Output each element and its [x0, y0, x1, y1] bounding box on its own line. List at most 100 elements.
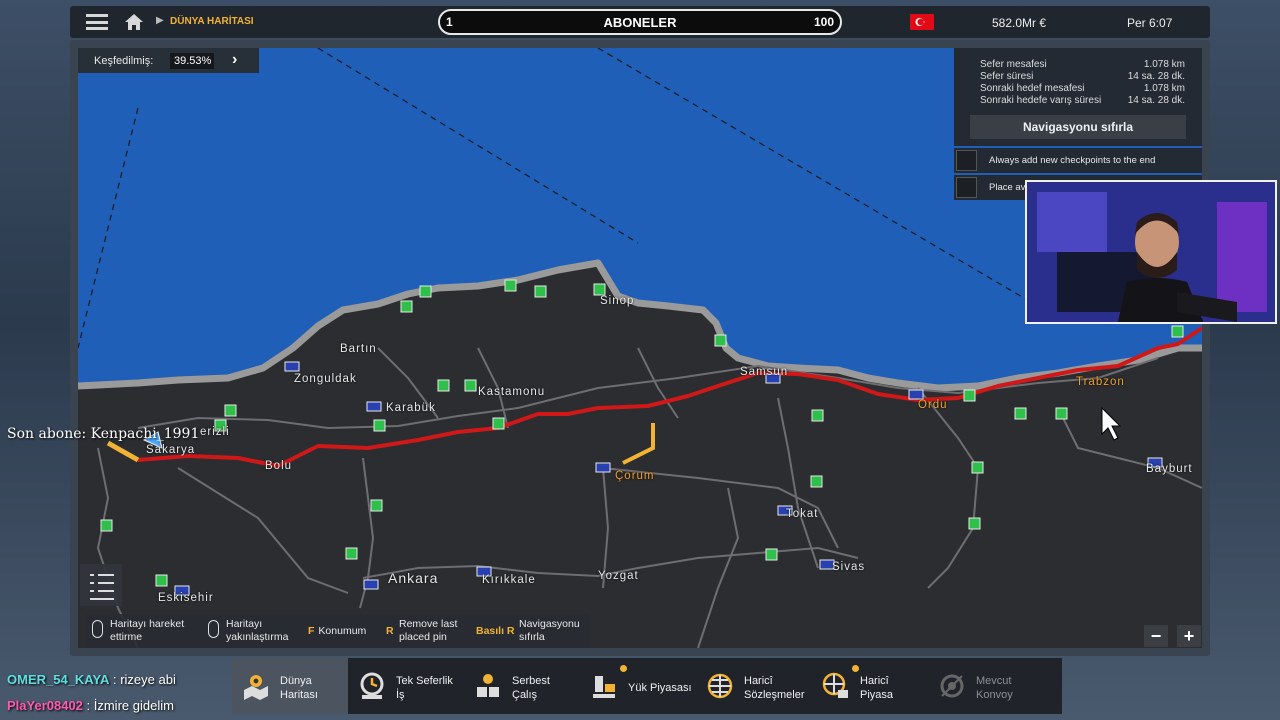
clock-icon: [360, 672, 384, 699]
globe-market-icon: [822, 672, 848, 698]
place-label: Place av: [989, 182, 1026, 193]
subs-title: ABONELER: [603, 15, 677, 30]
control-remove-key: R: [386, 625, 398, 638]
bottom-nav-bar: Dünya Haritası Tek Seferlik İş Serbest Çalı…: [232, 658, 1062, 714]
tab-label: Haricî Sözleşmeler: [744, 675, 805, 701]
control-location-label: Konumum: [318, 625, 367, 637]
city-label-sivas: Sivas: [832, 561, 866, 573]
city-label-corum: Çorum: [615, 470, 655, 482]
tab-freight[interactable]: Serbest Çalış: [464, 658, 580, 714]
nav-row: Sonraki hedef mesafesi 1.078 km: [980, 83, 1185, 94]
turkey-flag-icon: [910, 14, 934, 30]
tab-label: Yük Piyasası: [628, 682, 692, 694]
notification-dot: [852, 665, 859, 672]
hamburger-menu-icon[interactable]: [86, 14, 108, 30]
tab-convoy[interactable]: Mevcut Konvoy: [928, 658, 1044, 714]
home-icon[interactable]: [124, 13, 144, 31]
chat-text: : rizeye abi: [109, 672, 176, 687]
tab-external-contracts[interactable]: Haricî Sözleşmeler: [696, 658, 812, 714]
chat-message: OMER_54_KAYA : rizeye abi: [7, 672, 176, 687]
explored-label: Keşfedilmiş:: [94, 55, 154, 67]
map-controls-hint: Haritayı hareket ettirme Haritayı yakınl…: [86, 614, 590, 648]
zoom-in-button[interactable]: +: [1177, 625, 1201, 647]
control-reset-key: Basılı R: [476, 625, 519, 638]
chat-text: : İzmire gidelim: [82, 698, 174, 713]
map-pin-icon: [244, 675, 268, 700]
subs-max: 100: [813, 15, 834, 29]
tab-label: Serbest Çalış: [512, 675, 550, 701]
tab-label: Tek Seferlik İş: [396, 675, 453, 701]
city-label-karabuk: Karabük: [386, 402, 436, 414]
city-label-kastamonu: Kastamonu: [478, 386, 546, 398]
zoom-out-button[interactable]: −: [1144, 625, 1168, 647]
city-label-bartin: Bartın: [340, 343, 377, 355]
nav-label: Sefer mesafesi: [980, 59, 1047, 70]
nav-value: 1.078 km: [1143, 83, 1185, 94]
key-f: F: [308, 625, 315, 637]
tab-label: Haricî Piyasa: [860, 675, 894, 701]
key-hold-r: Basılı R: [476, 625, 515, 637]
cargo-market-icon: [593, 676, 615, 698]
tab-label: Dünya Haritası: [280, 675, 318, 701]
nav-label: Sonraki hedef mesafesi: [980, 83, 1085, 94]
game-time: Per 6:07: [1127, 16, 1173, 30]
explored-panel: Keşfedilmiş: 39.53% ›: [78, 48, 259, 73]
tab-external-market[interactable]: Haricî Piyasa: [812, 658, 928, 714]
key-r: R: [386, 625, 394, 637]
control-location: F Konumum: [308, 625, 366, 638]
city-label-sakarya: Sakarya: [146, 444, 196, 456]
chat-message: PlaYer08402 : İzmire gidelim: [7, 698, 174, 713]
chat-user: OMER_54_KAYA: [7, 672, 110, 687]
legend-list-icon[interactable]: [80, 564, 122, 606]
tab-quick-job[interactable]: Tek Seferlik İş: [348, 658, 464, 714]
nav-value: 1.078 km: [1143, 59, 1185, 70]
subscriber-goal-bar: 1 ABONELER 100: [438, 9, 842, 35]
navigation-panel: Sefer mesafesi 1.078 km Sefer süresi 14 sa…: [954, 48, 1202, 146]
last-subscriber-text: Son abone: Kenpachi_1991: [7, 426, 200, 442]
city-label-trabzon: Trabzon: [1076, 376, 1125, 388]
tab-cargo-market[interactable]: Yük Piyasası: [580, 658, 696, 714]
city-label-eskisehir: Eskisehir: [158, 592, 214, 604]
always-add-label: Always add new checkpoints to the end: [989, 155, 1156, 166]
nav-row: Sonraki hedefe varış süresi 14 sa. 28 dk.: [980, 95, 1185, 106]
city-label-ordu: Ordu: [918, 399, 948, 411]
city-label-bolu: Bolu: [265, 460, 293, 472]
mouse-left-icon: [92, 620, 103, 638]
cargo-boxes-icon: [477, 674, 499, 697]
nav-value: 14 sa. 28 dk.: [1127, 95, 1185, 106]
chat-user: PlaYer08402: [7, 698, 83, 713]
tab-world-map[interactable]: Dünya Haritası: [232, 658, 348, 714]
control-move: Haritayı hareket ettirme: [110, 618, 185, 643]
city-label-tokat: Tokat: [786, 508, 819, 520]
tab-label: Mevcut Konvoy: [976, 675, 1013, 701]
mouse-scroll-icon: [208, 620, 219, 638]
city-label-kirikkale: Kırıkkale: [482, 574, 536, 586]
nav-row: Sefer süresi 14 sa. 28 dk.: [980, 71, 1185, 82]
nav-row: Sefer mesafesi 1.078 km: [980, 59, 1185, 70]
control-remove: Remove last placed pin: [399, 618, 458, 643]
nav-value: 14 sa. 28 dk.: [1127, 71, 1185, 82]
nav-label: Sefer süresi: [980, 71, 1034, 82]
always-add-checkbox[interactable]: [956, 150, 977, 171]
city-label-erizli: erizli: [200, 426, 230, 438]
webcam-overlay: [1025, 180, 1277, 324]
notification-dot: [620, 665, 627, 672]
city-label-ankara: Ankara: [388, 570, 439, 586]
city-label-zonguldak: Zonguldak: [294, 373, 357, 385]
explored-value: 39.53%: [170, 53, 214, 69]
control-reset: Navigasyonu sıfırla: [519, 618, 580, 643]
control-zoom: Haritayı yakınlaştırma: [226, 618, 289, 643]
city-label-samsun: Samsun: [740, 366, 789, 378]
money-balance: 582.0Mr €: [992, 16, 1047, 30]
city-label-yozgat: Yozgat: [598, 570, 639, 582]
breadcrumb[interactable]: DÜNYA HARİTASI: [170, 16, 254, 27]
chevron-right-icon[interactable]: ›: [232, 51, 237, 69]
reset-navigation-button[interactable]: Navigasyonu sıfırla: [970, 115, 1186, 139]
checkpoint-option-row: Always add new checkpoints to the end: [954, 148, 1202, 173]
city-label-sinop: Sinop: [600, 295, 635, 307]
nav-label: Sonraki hedefe varış süresi: [980, 95, 1102, 106]
breadcrumb-arrow-icon: ▶: [156, 15, 164, 26]
place-checkbox[interactable]: [956, 177, 977, 198]
city-label-bayburt: Bayburt: [1146, 463, 1193, 475]
top-bar: ▶ DÜNYA HARİTASI 1 ABONELER 100 582.0Mr …: [70, 6, 1210, 38]
